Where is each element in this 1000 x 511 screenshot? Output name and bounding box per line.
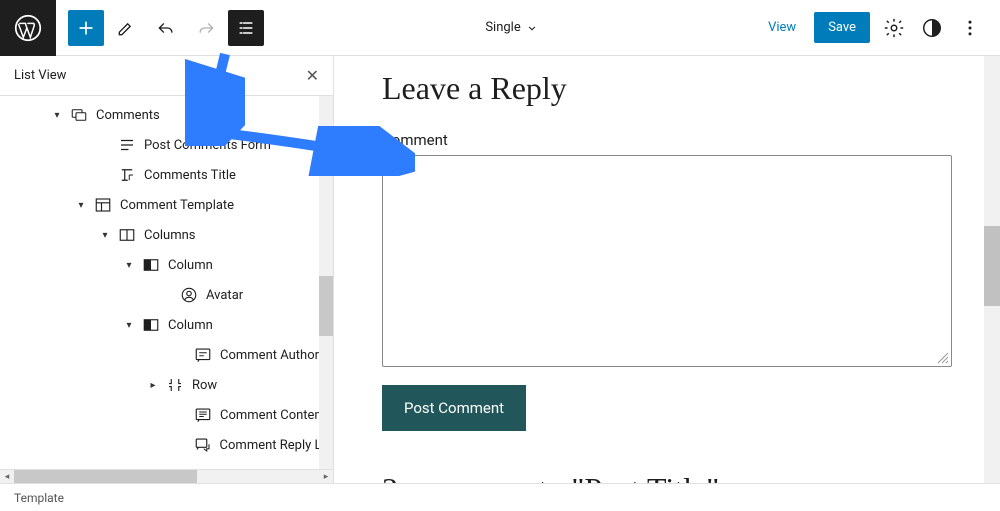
tree-item-title[interactable]: Comments Title xyxy=(0,160,333,190)
comment-field-label: Comment xyxy=(382,131,952,149)
tree-item-label: Comment Author ... xyxy=(220,348,333,363)
breadcrumb-item[interactable]: Template xyxy=(14,491,64,505)
tree-item-form[interactable]: Post Comments Form xyxy=(0,130,333,160)
tree-item-columns[interactable]: Columns xyxy=(0,220,333,250)
editor-canvas[interactable]: Leave a Reply Comment Post Comment 3 res… xyxy=(334,56,1000,483)
template-label: Single xyxy=(485,20,520,35)
row-icon xyxy=(166,376,184,394)
author-icon xyxy=(194,346,212,364)
tree-item-label: Comments xyxy=(96,108,160,123)
tree-item-pagination[interactable]: Comments Pagination xyxy=(0,460,333,469)
gear-icon xyxy=(883,17,905,39)
tree-item-label: Comment Template xyxy=(120,198,234,213)
template-icon xyxy=(94,196,112,214)
list-view-title: List View xyxy=(14,68,66,83)
tree-item-author[interactable]: Comment Author ... xyxy=(0,340,333,370)
caret-toggle[interactable] xyxy=(148,380,158,391)
template-dropdown[interactable]: Single xyxy=(264,20,760,35)
tree-item-label: Column xyxy=(168,318,213,333)
tree-item-content[interactable]: Comment Content xyxy=(0,400,333,430)
tree-vertical-scrollbar[interactable] xyxy=(319,96,333,469)
tree-item-comments[interactable]: Comments xyxy=(0,100,333,130)
tree-item-row[interactable]: Row xyxy=(0,370,333,400)
chevron-down-icon xyxy=(525,21,539,35)
tree-item-label: Avatar xyxy=(206,288,243,303)
contrast-icon xyxy=(921,17,943,39)
content-icon xyxy=(194,406,212,424)
left-tool-group xyxy=(56,10,264,46)
tree-horizontal-scrollbar[interactable]: ◂ ▸ xyxy=(0,469,333,483)
view-link[interactable]: View xyxy=(760,14,804,41)
editor-vertical-scrollbar[interactable] xyxy=(984,56,1000,483)
more-options-button[interactable] xyxy=(956,14,984,42)
list-view-toggle[interactable] xyxy=(228,10,264,46)
redo-button[interactable] xyxy=(188,10,224,46)
column-icon xyxy=(142,256,160,274)
close-panel-button[interactable]: ✕ xyxy=(306,66,319,85)
tree-item-label: Post Comments Form xyxy=(144,138,271,153)
undo-button[interactable] xyxy=(148,10,184,46)
hscroll-left-arrow[interactable]: ◂ xyxy=(0,470,14,483)
tree-scrollbar-thumb[interactable] xyxy=(319,276,333,336)
columns-icon xyxy=(118,226,136,244)
comments-icon xyxy=(70,106,88,124)
pencil-icon xyxy=(116,18,136,38)
redo-icon xyxy=(196,18,216,38)
editor-scrollbar-thumb[interactable] xyxy=(984,226,1000,306)
editor-content: Leave a Reply Comment Post Comment 3 res… xyxy=(334,56,1000,483)
tree-item-column[interactable]: Column xyxy=(0,310,333,340)
form-icon xyxy=(118,136,136,154)
tree-item-label: Columns xyxy=(144,228,196,243)
settings-button[interactable] xyxy=(880,14,908,42)
tree-item-label: Column xyxy=(168,258,213,273)
caret-toggle[interactable] xyxy=(76,200,86,211)
tree-item-label: Comment Content xyxy=(220,408,326,423)
list-view-panel: List View ✕ CommentsPost Comments FormCo… xyxy=(0,56,334,483)
kebab-icon xyxy=(960,18,980,38)
leave-reply-heading[interactable]: Leave a Reply xyxy=(382,70,952,107)
edit-mode-button[interactable] xyxy=(108,10,144,46)
title-icon xyxy=(118,166,136,184)
editor-top-bar: Single View Save xyxy=(0,0,1000,56)
tree-item-label: Row xyxy=(192,378,217,393)
comment-textarea[interactable] xyxy=(382,155,952,367)
block-tree[interactable]: Comments Post Comments Form Comments Title… xyxy=(0,96,333,469)
list-view-icon xyxy=(236,18,256,38)
save-button[interactable]: Save xyxy=(814,12,870,43)
list-view-header: List View ✕ xyxy=(0,56,333,96)
styles-button[interactable] xyxy=(918,14,946,42)
post-comment-button[interactable]: Post Comment xyxy=(382,385,526,431)
hscroll-right-arrow[interactable]: ▸ xyxy=(319,470,333,483)
editor-footer-breadcrumb[interactable]: Template xyxy=(0,483,1000,511)
plus-icon xyxy=(76,18,96,38)
right-tool-group: View Save xyxy=(760,12,1000,43)
avatar-icon xyxy=(180,286,198,304)
wordpress-logo-button[interactable] xyxy=(0,0,56,56)
hscroll-thumb[interactable] xyxy=(14,470,197,483)
tree-item-label: Comments Title xyxy=(144,168,236,183)
tree-item-column[interactable]: Column xyxy=(0,250,333,280)
tree-item-avatar[interactable]: Avatar xyxy=(0,280,333,310)
caret-toggle[interactable] xyxy=(124,320,134,331)
caret-toggle[interactable] xyxy=(52,110,62,121)
caret-toggle[interactable] xyxy=(100,230,110,241)
tree-item-template[interactable]: Comment Template xyxy=(0,190,333,220)
caret-toggle[interactable] xyxy=(124,260,134,271)
resize-grip-icon xyxy=(937,352,949,364)
wordpress-icon xyxy=(14,14,42,42)
column-icon xyxy=(142,316,160,334)
undo-icon xyxy=(156,18,176,38)
block-inserter-button[interactable] xyxy=(68,10,104,46)
reply-icon xyxy=(194,436,212,454)
responses-heading[interactable]: 3 responses to "Post Title" xyxy=(382,471,952,483)
editor-body: List View ✕ CommentsPost Comments FormCo… xyxy=(0,56,1000,483)
tree-item-label: Comment Reply Link xyxy=(220,438,333,453)
tree-item-reply[interactable]: Comment Reply Link xyxy=(0,430,333,460)
